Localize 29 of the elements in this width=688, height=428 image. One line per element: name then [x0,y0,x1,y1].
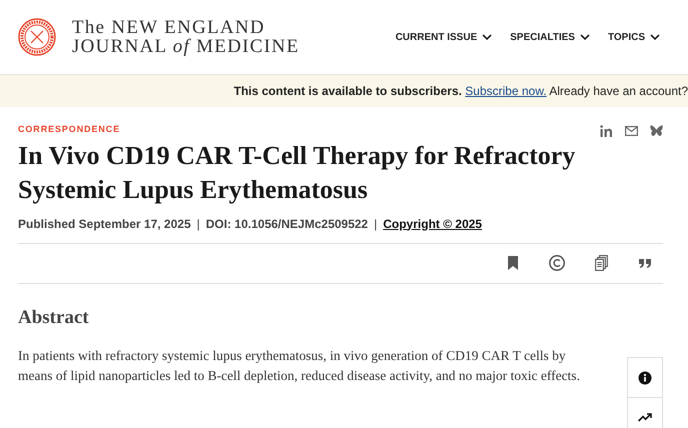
doi-text: DOI: 10.1056/NEJMc2509522 [206,216,368,232]
email-icon[interactable] [625,126,638,136]
abstract-text: In patients with refractory systemic lupus erythematosus, in vivo generation of CD19 CAR T cells by means of lipid nanoparticles led to B-cell depletion, reduced disease activity, and no major toxic effects. [18,347,581,385]
category-label: CORRESPONDENCE [18,123,120,136]
info-icon[interactable] [638,371,652,384]
article-title: In Vivo CD19 CAR T-Cell Therapy for Refractory Systemic Lupus Erythematosus [18,140,576,206]
copyright-link[interactable]: Copyright © 2025 [383,214,482,232]
section-heading: Abstract [18,306,90,330]
quote-icon[interactable] [639,258,651,268]
subscriber-notice: This content is available to subscribers. Subscribe now. Already have an account? [234,83,688,100]
separator: | [196,216,200,232]
nav-menu-button[interactable]: SPECIALTIES [510,30,590,44]
chevron-down-icon [580,34,590,40]
nav-menu-button[interactable]: CURRENT ISSUE [395,30,492,44]
seal-logo-icon[interactable] [18,18,56,56]
publish-date: Published September 17, 2025 [18,216,191,232]
logo-text[interactable]: JOURNAL of MEDICINE [72,37,300,56]
trend-up-icon[interactable] [638,413,652,422]
subscribe-link[interactable]: Subscribe now. [465,84,547,98]
separator: | [374,216,378,232]
nav-menu-button[interactable]: TOPICS [608,30,660,44]
chevron-down-icon [482,34,492,40]
chevron-down-icon [650,34,660,40]
bookmark-icon[interactable] [508,256,518,270]
copyright-icon[interactable] [549,255,565,271]
linkedin-icon[interactable] [600,124,612,136]
butterfly-icon[interactable] [650,124,663,136]
pages-icon[interactable] [594,255,608,271]
logo-text[interactable]: The NEW ENGLAND [72,18,300,37]
